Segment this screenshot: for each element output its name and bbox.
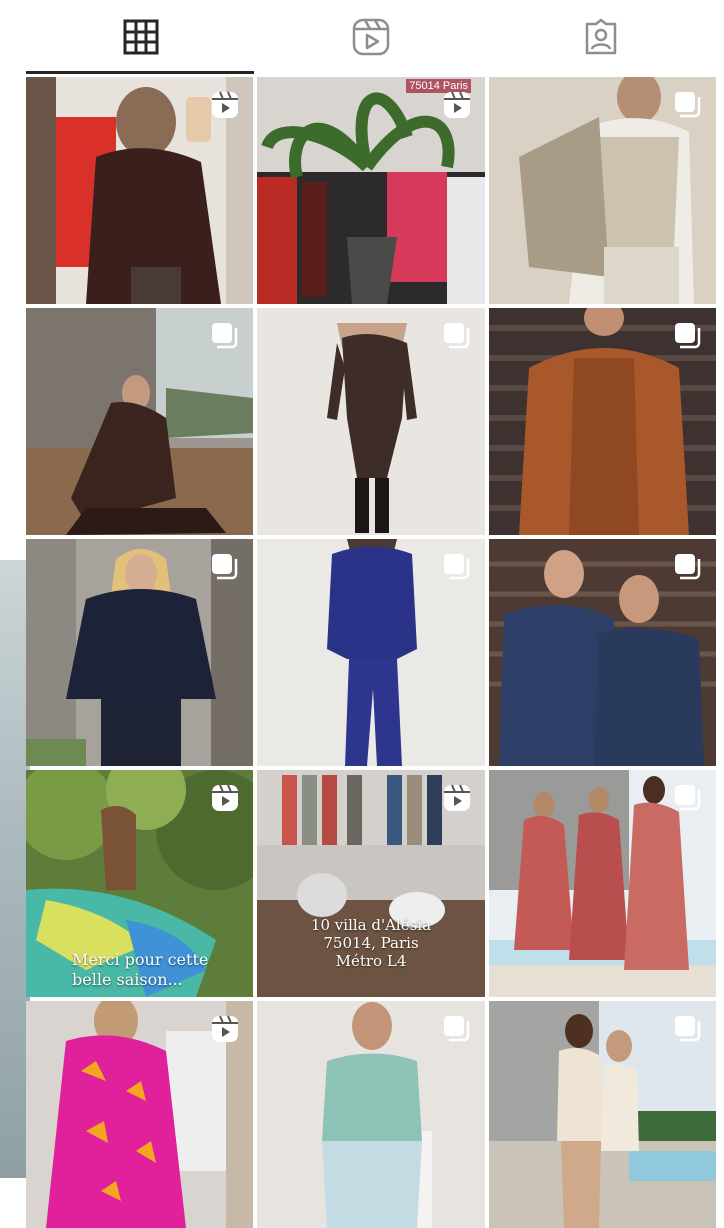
carousel-badge-icon <box>675 323 701 349</box>
grid-icon <box>123 19 159 55</box>
post-caption-overlay: Merci pour cette belle saison... <box>72 950 209 989</box>
carousel-badge-icon <box>444 1016 470 1042</box>
tab-reels[interactable] <box>256 0 486 74</box>
carousel-badge-icon <box>675 554 701 580</box>
post-tile[interactable] <box>489 770 716 997</box>
tab-posts[interactable] <box>26 0 256 74</box>
post-tile[interactable] <box>489 308 716 535</box>
post-tile[interactable] <box>26 539 253 766</box>
post-tile[interactable]: 75014 Paris <box>257 77 485 304</box>
reel-badge-icon <box>212 91 238 118</box>
post-tile[interactable] <box>26 308 253 535</box>
carousel-badge-icon <box>212 554 238 580</box>
active-tab-indicator <box>26 71 254 74</box>
post-tile[interactable] <box>489 539 716 766</box>
reel-badge-icon <box>212 1015 238 1042</box>
carousel-badge-icon <box>675 1016 701 1042</box>
post-tile[interactable]: Merci pour cette belle saison... <box>26 770 253 997</box>
reel-badge-icon <box>212 784 238 811</box>
post-tile[interactable] <box>26 1001 253 1228</box>
post-tile[interactable]: 10 villa d'Alésia 75014, Paris Métro L4 <box>257 770 485 997</box>
post-tile[interactable] <box>489 77 716 304</box>
carousel-badge-icon <box>212 323 238 349</box>
tab-tagged[interactable] <box>486 0 716 74</box>
tagged-person-icon <box>585 18 617 55</box>
profile-tab-bar <box>26 0 716 74</box>
reel-badge-icon <box>444 91 470 118</box>
reels-icon <box>352 18 390 56</box>
post-tile[interactable] <box>489 1001 716 1228</box>
reel-badge-icon <box>444 784 470 811</box>
posts-grid: 75014 Paris Merci pour cette belle saiso… <box>26 77 716 1228</box>
carousel-badge-icon <box>444 323 470 349</box>
post-caption-overlay: 10 villa d'Alésia 75014, Paris Métro L4 <box>310 916 432 970</box>
post-tile[interactable] <box>26 77 253 304</box>
post-tile[interactable] <box>257 1001 485 1228</box>
carousel-badge-icon <box>675 92 701 118</box>
post-tile[interactable] <box>257 308 485 535</box>
carousel-badge-icon <box>444 554 470 580</box>
carousel-badge-icon <box>675 785 701 811</box>
post-tile[interactable] <box>257 539 485 766</box>
